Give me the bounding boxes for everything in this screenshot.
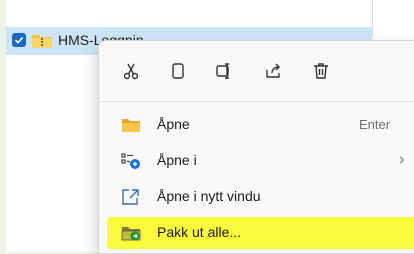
rename-icon[interactable]: [212, 59, 236, 83]
menu-item-label: Åpne: [157, 116, 190, 132]
menu-item-open[interactable]: Åpne Enter: [107, 109, 414, 141]
delete-icon[interactable]: [309, 59, 333, 83]
share-icon[interactable]: [261, 59, 285, 83]
menu-item-extract-all[interactable]: Pakk ut alle...: [107, 217, 414, 249]
folder-icon: [121, 116, 141, 134]
menu-item-open-with[interactable]: Åpne i ›: [107, 145, 414, 177]
menu-separator: [99, 101, 414, 102]
menu-item-label: Pakk ut alle...: [157, 224, 242, 240]
context-menu: Åpne Enter Åpne i › Åpne i nytt vindu Pa…: [98, 40, 414, 254]
chevron-right-icon: ›: [399, 151, 405, 168]
open-with-icon: [121, 152, 141, 170]
menu-item-open-new-window[interactable]: Åpne i nytt vindu: [107, 181, 414, 213]
zip-folder-icon: [31, 33, 53, 49]
checkbox-icon[interactable]: [12, 33, 26, 47]
shortcut-text: Enter: [359, 117, 391, 132]
menu-item-label: Åpne i: [157, 152, 197, 168]
menu-item-label: Åpne i nytt vindu: [157, 188, 261, 204]
copy-icon[interactable]: [166, 59, 190, 83]
extract-icon: [121, 224, 141, 242]
new-window-icon: [121, 188, 141, 206]
column-divider: [372, 0, 373, 36]
cut-icon[interactable]: [119, 59, 143, 83]
